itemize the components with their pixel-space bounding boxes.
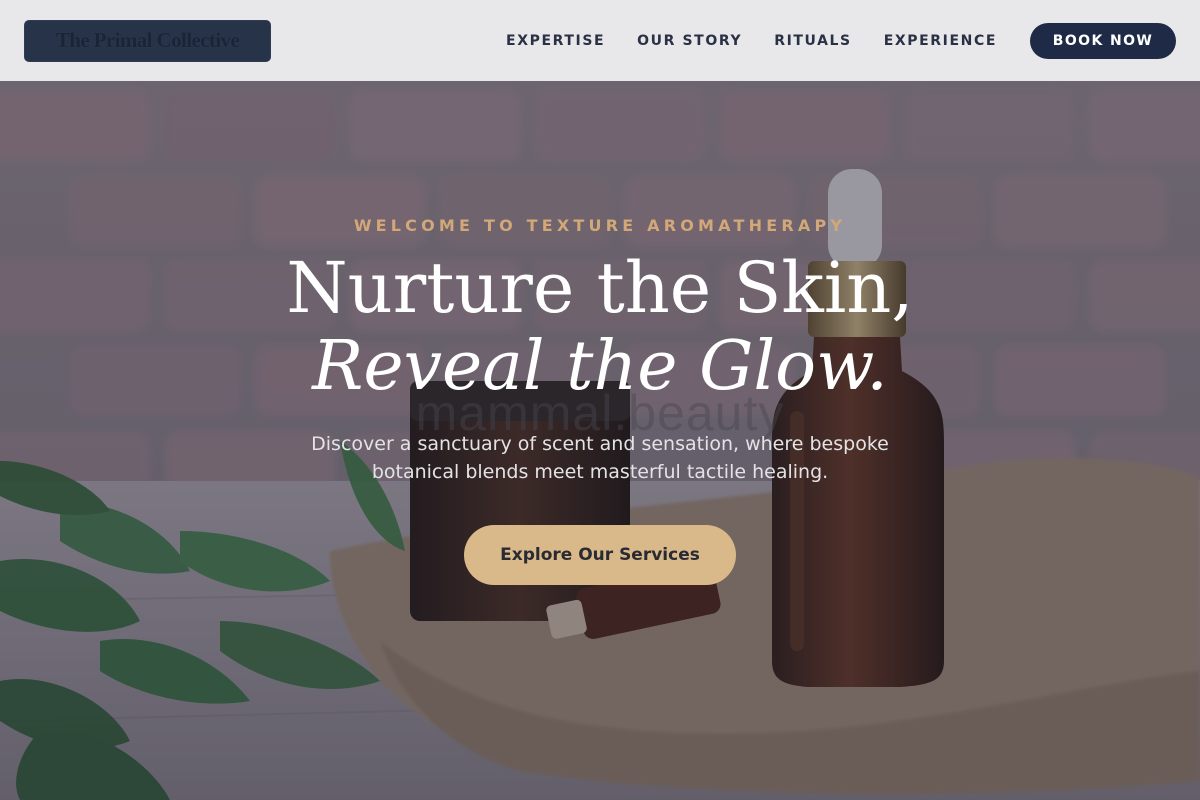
hero-content: WELCOME TO TEXTURE AROMATHERAPY Nurture … (0, 81, 1200, 800)
logo[interactable]: The Primal Collective (24, 19, 271, 62)
nav-link-expertise[interactable]: EXPERTISE (506, 33, 605, 49)
hero-subtext: Discover a sanctuary of scent and sensat… (311, 433, 889, 483)
site-header: The Primal Collective EXPERTISE OUR STOR… (0, 0, 1200, 81)
hero-section: WELCOME TO TEXTURE AROMATHERAPY Nurture … (0, 81, 1200, 800)
nav-link-rituals[interactable]: RITUALS (774, 33, 852, 49)
book-now-button[interactable]: BOOK NOW (1030, 22, 1176, 59)
nav-link-our-story[interactable]: OUR STORY (637, 33, 742, 49)
explore-services-button[interactable]: Explore Our Services (464, 525, 736, 585)
nav-link-experience[interactable]: EXPERIENCE (884, 33, 997, 49)
hero-headline-italic: Reveal the Glow. (312, 327, 888, 406)
hero-headline: Nurture the Skin, (286, 247, 914, 329)
hero-eyebrow: WELCOME TO TEXTURE AROMATHERAPY (353, 216, 847, 235)
main-nav: EXPERTISE OUR STORY RITUALS EXPERIENCE (506, 33, 997, 49)
